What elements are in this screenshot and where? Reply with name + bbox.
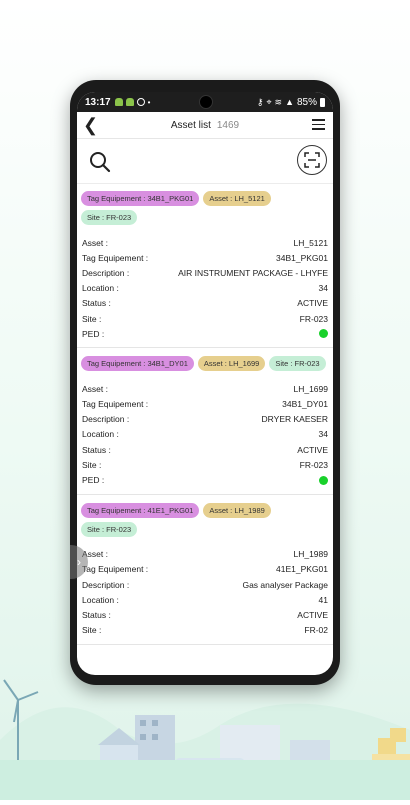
site-chip[interactable]: Site : FR-023 <box>81 521 138 537</box>
tag-chip[interactable]: Tag Equipement : 34B1_DY01 <box>81 356 194 372</box>
wifi-icon: ≋ <box>274 96 283 107</box>
ped-row: PED : <box>81 472 329 487</box>
asset-card[interactable]: Tag Equipement : 34B1_DY01 Asset : LH_16… <box>77 348 333 495</box>
location-value: 34 <box>318 429 328 440</box>
status-row: Status : ACTIVE <box>82 444 328 455</box>
site-row: Site : FR-02 <box>82 625 328 636</box>
asset-card[interactable]: Tag Equipement : 34B1_PKG01 Asset : LH_5… <box>77 183 333 349</box>
search-icon[interactable] <box>89 151 111 173</box>
chip-group: Tag Equipement : 34B1_DY01 Asset : LH_16… <box>81 356 329 372</box>
asset-value: LH_1699 <box>293 383 328 394</box>
status-value: ACTIVE <box>297 298 328 309</box>
battery-icon <box>320 97 325 107</box>
page-title: Asset list 1469 <box>77 120 333 131</box>
tag-value: 34B1_DY01 <box>282 399 328 410</box>
description-row: Description : Gas analyser Package <box>82 579 328 590</box>
location-row: Location :34 <box>82 283 328 294</box>
asset-list: Tag Equipement : 34B1_PKG01 Asset : LH_5… <box>77 183 333 675</box>
description-row: Description : DRYER KAESER <box>82 414 328 425</box>
status-value: ACTIVE <box>297 609 328 620</box>
asset-chip[interactable]: Asset : LH_5121 <box>203 191 271 206</box>
tag-value: 41E1_PKG01 <box>276 564 328 575</box>
asset-card[interactable]: Tag Equipement : 41E1_PKG01 Asset : LH_1… <box>77 495 333 645</box>
location-value: 41 <box>318 594 328 605</box>
tag-row: Tag Equipement :41E1_PKG01 <box>82 564 328 575</box>
description-row: Description : AIR INSTRUMENT PACKAGE - LH… <box>82 267 328 278</box>
asset-row: Asset : LH_1989 <box>82 549 328 560</box>
battery-level: 85% <box>296 96 317 108</box>
tag-row: Tag Equipement :34B1_PKG01 <box>82 252 328 263</box>
site-row: Site : FR-023 <box>82 459 328 470</box>
tag-value: 34B1_PKG01 <box>276 252 328 263</box>
chip-group: Tag Equipement : 41E1_PKG01 Asset : LH_1… <box>81 502 329 537</box>
app-bar: ❮ Asset list 1469 <box>77 112 333 139</box>
tag-chip[interactable]: Tag Equipement : 34B1_PKG01 <box>81 191 200 206</box>
asset-chip[interactable]: Asset : LH_1989 <box>203 502 271 518</box>
search-row <box>77 139 333 184</box>
phone-frame: 13:17 • ⚷ ⌖ ≋ ▲ 85% ❮ Asset list 1469 Ta… <box>70 80 340 685</box>
dot-icon: • <box>147 97 151 107</box>
asset-value: LH_5121 <box>293 237 328 248</box>
ped-row: PED : <box>81 326 329 341</box>
location-row: Location :34 <box>82 429 328 440</box>
site-chip[interactable]: Site : FR-023 <box>81 210 138 225</box>
ped-status-dot <box>319 475 328 485</box>
menu-icon[interactable] <box>312 119 325 133</box>
title-text: Asset list <box>170 119 211 131</box>
status-bar: 13:17 • ⚷ ⌖ ≋ ▲ 85% <box>77 92 333 112</box>
site-value: FR-02 <box>304 625 328 636</box>
asset-row: Asset : LH_1699 <box>82 383 328 394</box>
tag-row: Tag Equipement :34B1_DY01 <box>82 399 328 410</box>
description-value: DRYER KAESER <box>261 414 328 425</box>
scan-icon <box>304 152 320 168</box>
asset-value: LH_1989 <box>293 549 328 560</box>
chip-group: Tag Equipement : 34B1_PKG01 Asset : LH_5… <box>81 191 329 225</box>
status-row: Status : ACTIVE <box>82 609 328 620</box>
location-value: 34 <box>318 283 328 294</box>
info-icon <box>136 98 145 106</box>
phone-screen: 13:17 • ⚷ ⌖ ≋ ▲ 85% ❮ Asset list 1469 Ta… <box>77 92 333 675</box>
vpn-key-icon: ⚷ <box>256 96 264 107</box>
signal-icon: ▲ <box>285 97 294 107</box>
location-icon: ⌖ <box>266 96 272 107</box>
site-chip[interactable]: Site : FR-023 <box>269 356 326 372</box>
tag-chip[interactable]: Tag Equipement : 41E1_PKG01 <box>81 502 200 518</box>
android-icon <box>114 98 123 106</box>
location-row: Location :41 <box>82 594 328 605</box>
site-row: Site : FR-023 <box>82 313 328 324</box>
asset-chip[interactable]: Asset : LH_1699 <box>197 356 266 372</box>
site-value: FR-023 <box>299 313 328 324</box>
asset-row: Asset : LH_5121 <box>82 237 328 248</box>
description-value: Gas analyser Package <box>242 579 328 590</box>
android-icon <box>125 98 134 106</box>
status-value: ACTIVE <box>297 444 328 455</box>
asset-count: 1469 <box>216 119 240 131</box>
ped-status-dot <box>319 329 328 339</box>
status-time: 13:17 <box>85 96 111 108</box>
site-value: FR-023 <box>299 459 328 470</box>
status-row: Status : ACTIVE <box>82 298 328 309</box>
description-value: AIR INSTRUMENT PACKAGE - LHYFE <box>178 267 328 278</box>
scan-button[interactable] <box>297 145 327 175</box>
front-camera <box>199 95 213 109</box>
